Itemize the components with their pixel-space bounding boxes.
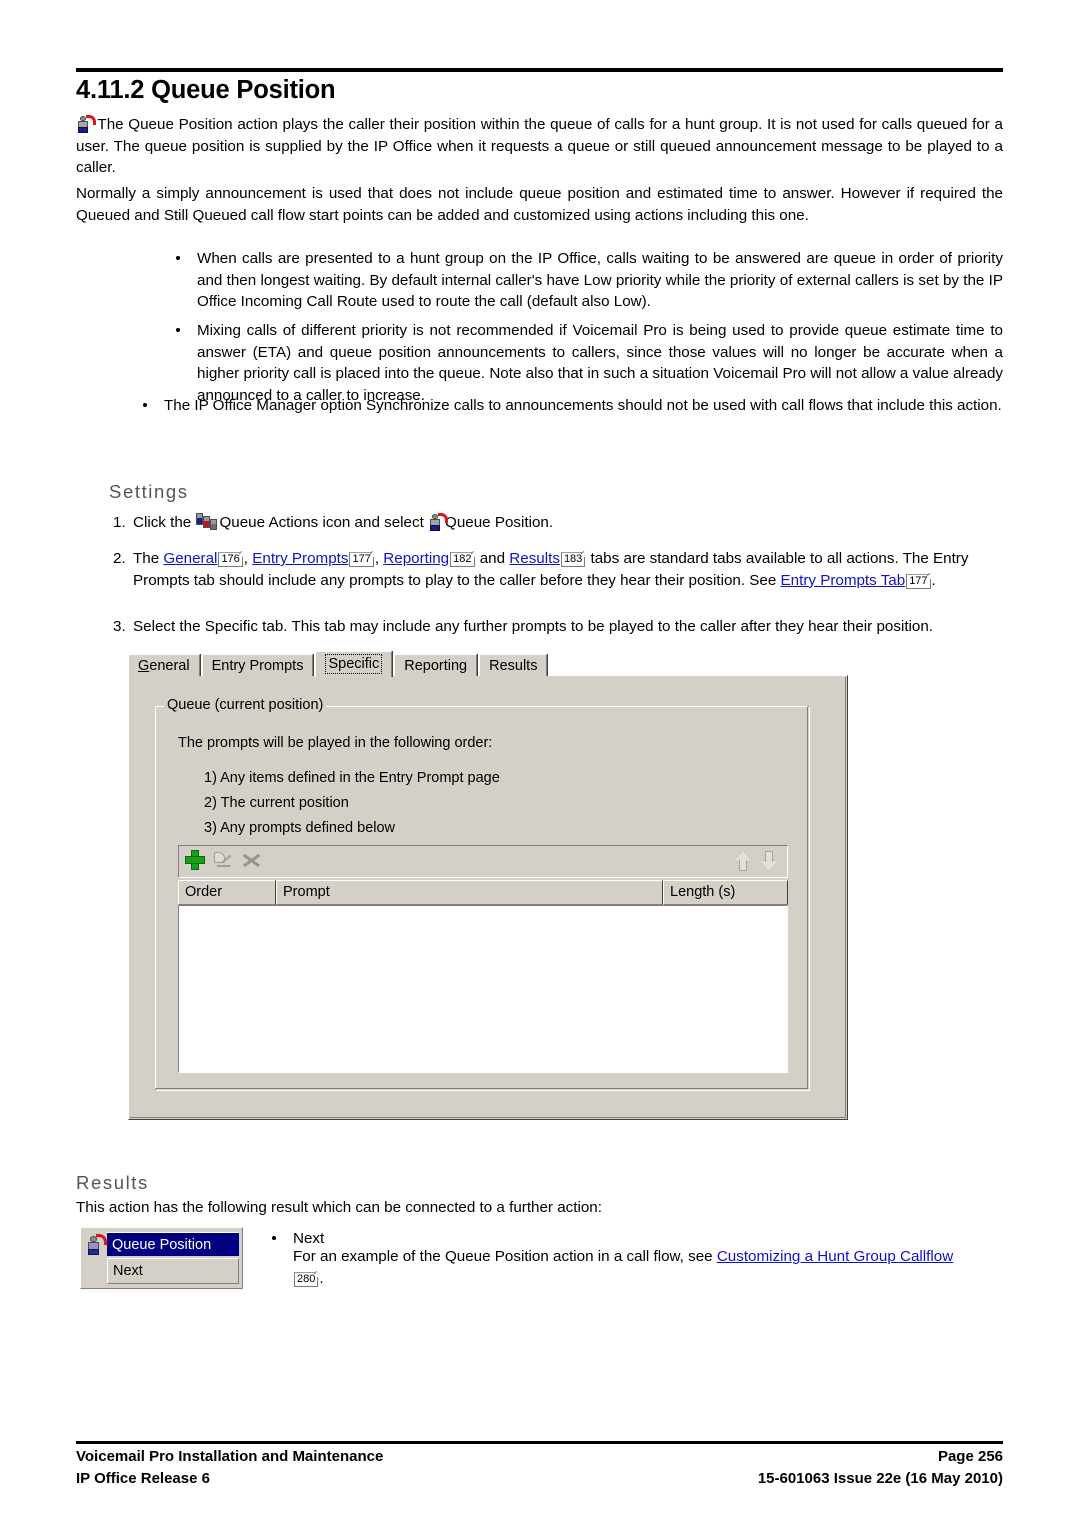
tab-general-accel: G [138,658,150,674]
prompt-order-item-2: 2) The current position [204,795,349,811]
link-entry-prompts-tab[interactable]: Entry Prompts Tab [781,572,906,589]
footer-product-name: Voicemail Pro Installation and Maintenan… [76,1448,384,1465]
tab-general[interactable]: General [128,654,200,676]
settings-step-1-text-middle: Queue Actions icon and select [219,514,429,531]
link-entry-prompts[interactable]: Entry Prompts [252,550,348,567]
page-title: 4.11.2 Queue Position [76,76,336,104]
settings-step-3: 3. Select the Specific tab. This tab may… [113,616,1003,638]
settings-step-3-text: Select the Specific tab. This tab may in… [133,618,934,635]
prompt-toolbar [178,845,788,878]
page-ref-results[interactable]: 183 [560,552,586,567]
edit-record-icon[interactable] [213,850,233,870]
settings-step-1-text-before: Click the [133,514,196,531]
bullet-dot-icon [176,328,180,332]
column-header-length[interactable]: Length (s) [663,880,788,905]
tab-entry-prompts[interactable]: Entry Prompts [201,654,314,676]
step2-text-3: and [475,550,510,567]
groupbox-title: Queue (current position) [164,697,327,713]
footer-page-number: Page 256 [937,1448,1003,1465]
page-ref-entry-prompts[interactable]: 177 [349,552,374,567]
header-rule [76,68,1003,72]
intro-paragraph-1: The Queue Position action plays the call… [76,114,1003,179]
link-results[interactable]: Results [509,550,560,567]
bullet-item-3: The IP Office Manager option Synchronize… [143,395,1003,417]
arrow-down-icon[interactable] [759,850,779,872]
footer-rule [76,1441,1003,1444]
results-detail: For an example of the Queue Position act… [293,1246,963,1289]
bullet-item-1-text: When calls are presented to a hunt group… [197,250,1003,310]
results-intro: This action has the following result whi… [76,1199,602,1216]
bullet-item-2-text: Mixing calls of different priority is no… [197,322,1003,404]
step2-text-1: , [243,550,253,567]
link-general[interactable]: General [163,550,217,567]
queue-current-position-groupbox: Queue (current position) The prompts wil… [155,697,810,1091]
settings-step-1: 1. Click the Queue Actions icon and sele… [113,512,1003,534]
queue-position-icon [76,115,96,134]
tab-general-label: eneral [149,658,190,674]
footer-release: IP Office Release 6 [76,1470,210,1487]
results-detail-after: . [319,1269,324,1287]
prompt-list-body[interactable] [178,905,788,1073]
tab-specific[interactable]: Specific [315,651,393,677]
bullet-dot-icon [143,403,147,407]
tab-specific-label: Specific [325,654,383,674]
tools-icon[interactable] [241,850,261,870]
link-customizing-hunt-group-callflow[interactable]: Customizing a Hunt Group Callflow [717,1248,953,1265]
bullet-dot-icon [176,256,180,260]
step2-text-0: The [133,550,164,567]
queue-position-icon [86,1234,107,1256]
action-widget-connector-next[interactable]: Next [107,1258,239,1284]
intro-paragraph-2: Normally a simply announcement is used t… [76,185,1003,224]
results-heading: Results [76,1172,149,1193]
queue-position-icon [428,513,449,532]
tab-results[interactable]: Results [479,654,548,676]
page-ref-customizing-callflow[interactable]: 280 [294,1271,319,1287]
settings-step-1-text-after: Queue Position. [445,514,554,531]
settings-step-2-number: 2. [113,550,126,567]
queue-actions-icon [195,513,219,532]
link-reporting[interactable]: Reporting [383,550,449,567]
action-widget-title: Queue Position [107,1232,239,1256]
results-detail-before: For an example of the Queue Position act… [293,1248,717,1265]
document-page: 4.11.2 Queue Position The Queue Position… [0,0,1080,1528]
prompt-order-item-1: 1) Any items defined in the Entry Prompt… [204,770,500,786]
bullet-dot-icon [272,1236,276,1240]
prompt-list-header: Order Prompt Length (s) [178,880,788,905]
column-header-prompt[interactable]: Prompt [276,880,663,905]
add-plus-icon[interactable] [185,850,205,870]
settings-step-2: 2. The General 176, Entry Prompts 177, Rep… [113,548,1003,591]
settings-step-1-number: 1. [113,514,126,531]
page-ref-general[interactable]: 176 [218,552,243,567]
queue-position-action-widget[interactable]: Queue Position Next [80,1227,243,1289]
dialog-tab-strip: General Entry Prompts Specific Reporting… [128,650,549,677]
bullet-item-2: Mixing calls of different priority is no… [176,320,1003,406]
page-ref-entry-prompts-tab[interactable]: 177 [906,573,931,589]
prompt-order-item-3: 3) Any prompts defined below [204,820,396,836]
bullet-item-1: When calls are presented to a hunt group… [176,248,1003,313]
groupbox-lead-text: The prompts will be played in the follow… [178,735,493,751]
settings-heading: Settings [109,481,189,502]
tab-reporting[interactable]: Reporting [394,654,478,676]
bullet-item-3-text: The IP Office Manager option Synchronize… [164,397,1002,414]
page-ref-reporting[interactable]: 182 [450,552,475,567]
dialog-body: Queue (current position) The prompts wil… [128,675,848,1120]
column-header-order[interactable]: Order [178,880,276,905]
arrow-up-icon[interactable] [733,850,753,872]
step2-text-2: , [374,550,384,567]
intro-action-name: The Queue Position [97,116,233,133]
specific-tab-dialog: General Entry Prompts Specific Reporting… [128,650,848,1120]
step2-text-5: . [931,571,936,589]
settings-step-3-number: 3. [113,618,126,635]
footer-issue-document: 15-601063 Issue 22e (16 May 2010) [757,1470,1003,1487]
